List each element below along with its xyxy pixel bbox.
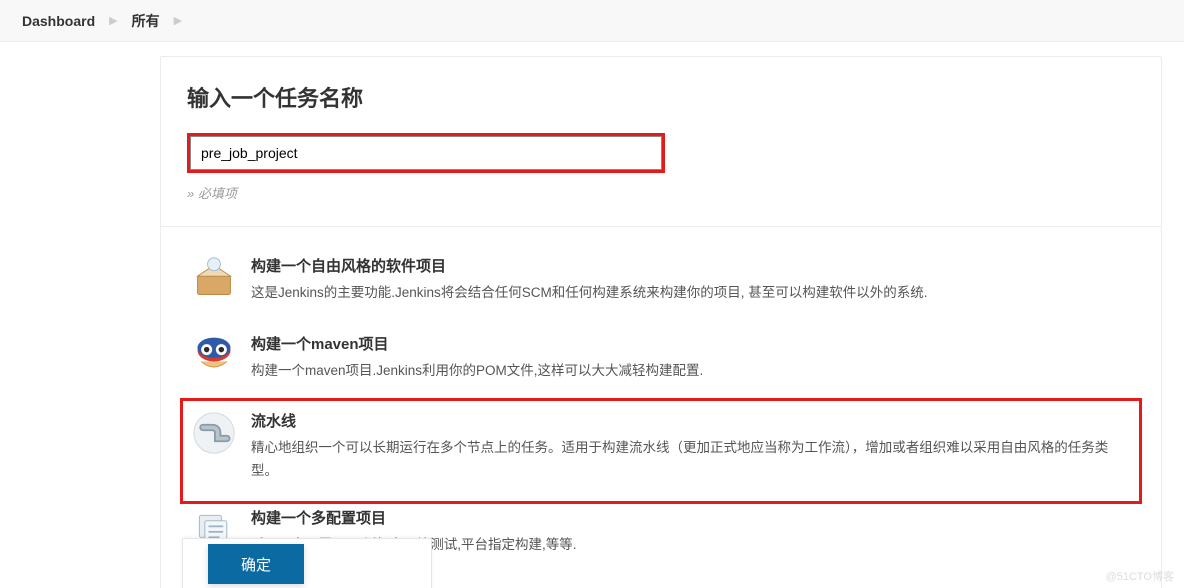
item-title: 流水线 — [251, 410, 1131, 431]
breadcrumb-item-all[interactable]: 所有 — [132, 11, 160, 31]
item-type-pipeline[interactable]: 流水线 精心地组织一个可以长期运行在多个节点上的任务。适用于构建流水线（更加正式… — [187, 404, 1135, 501]
pipeline-icon — [191, 410, 237, 456]
breadcrumb: Dashboard ▶ 所有 ▶ — [0, 0, 1184, 42]
item-type-maven[interactable]: 构建一个maven项目 构建一个maven项目.Jenkins利用你的POM文件… — [187, 327, 1135, 401]
item-type-freestyle[interactable]: 构建一个自由风格的软件项目 这是Jenkins的主要功能.Jenkins将会结合… — [187, 249, 1135, 323]
pipeline-highlight: 流水线 精心地组织一个可以长期运行在多个节点上的任务。适用于构建流水线（更加正式… — [180, 398, 1142, 504]
name-input-highlight — [187, 133, 665, 173]
item-desc: 精心地组织一个可以长期运行在多个节点上的任务。适用于构建流水线（更加正式地应当称… — [251, 437, 1131, 483]
item-type-list: 构建一个自由风格的软件项目 这是Jenkins的主要功能.Jenkins将会结合… — [187, 249, 1135, 575]
item-desc: 这是Jenkins的主要功能.Jenkins将会结合任何SCM和任何构建系统来构… — [251, 282, 1131, 305]
chevron-right-icon: ▶ — [174, 14, 182, 27]
breadcrumb-item-dashboard[interactable]: Dashboard — [22, 13, 95, 29]
required-hint: » 必填项 — [187, 183, 1135, 202]
ok-button[interactable]: 确定 — [208, 544, 304, 584]
item-name-input[interactable] — [190, 136, 662, 170]
divider — [161, 226, 1161, 227]
new-item-panel: 输入一个任务名称 » 必填项 构建一个自由风格的软件项目 这是Jenkins的主… — [160, 56, 1162, 588]
item-title: 构建一个maven项目 — [251, 333, 1131, 354]
watermark: @51CTO博客 — [1106, 568, 1174, 584]
chevron-right-icon: ▶ — [109, 14, 117, 27]
freestyle-icon — [191, 255, 237, 301]
item-desc: 构建一个maven项目.Jenkins利用你的POM文件,这样可以大大减轻构建配… — [251, 360, 1131, 383]
item-title: 构建一个多配置项目 — [251, 507, 1131, 528]
page-title: 输入一个任务名称 — [187, 81, 1135, 113]
maven-icon — [191, 333, 237, 379]
item-title: 构建一个自由风格的软件项目 — [251, 255, 1131, 276]
